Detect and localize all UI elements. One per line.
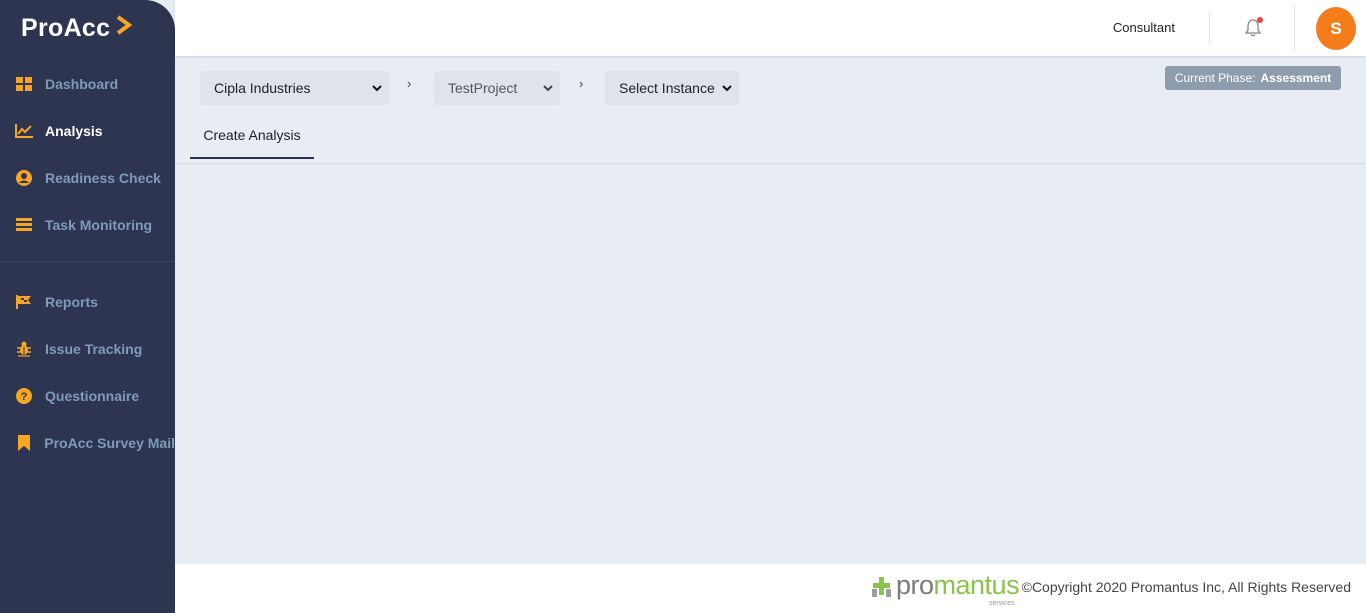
avatar[interactable]: S (1316, 7, 1356, 50)
sidebar-item-questionnaire[interactable]: ? Questionnaire (0, 372, 175, 419)
company-select-value: Cipla Industries (214, 80, 311, 96)
brand-name: ProAcc (21, 14, 111, 42)
sidebar-item-task-monitoring[interactable]: Task Monitoring (0, 201, 175, 248)
sidebar-item-analysis[interactable]: Analysis (0, 107, 175, 154)
breadcrumb-separator: › (579, 76, 584, 91)
bug-icon (15, 340, 33, 358)
user-role[interactable]: Consultant (1113, 20, 1175, 35)
chart-line-icon (15, 122, 33, 140)
logo-text-pro: pro (896, 570, 934, 600)
project-select[interactable]: TestProject (434, 71, 560, 105)
instance-select[interactable]: Select Instance (605, 71, 739, 105)
sidebar-item-dashboard[interactable]: Dashboard (0, 60, 175, 107)
instance-select-value: Select Instance (619, 80, 715, 96)
promantus-mark-icon (872, 577, 891, 597)
logo-subtext: services (989, 600, 1015, 607)
brand-logo[interactable]: ProAcc (21, 14, 134, 43)
tab-bar: Create Analysis (175, 113, 1366, 164)
chevron-down-icon (722, 85, 732, 92)
user-circle-icon (15, 169, 33, 187)
sidebar-item-label: Task Monitoring (45, 216, 153, 233)
chevron-down-icon (543, 85, 553, 92)
phase-value: Assessment (1260, 71, 1332, 85)
sidebar-item-readiness-check[interactable]: Readiness Check (0, 154, 175, 201)
bookmark-icon (15, 434, 32, 452)
sidebar-item-label: Reports (45, 293, 98, 310)
top-bar: Consultant S (175, 0, 1366, 56)
svg-text:?: ? (21, 391, 28, 403)
sidebar-item-label: Questionnaire (45, 387, 140, 404)
sidebar-divider (0, 261, 175, 262)
sidebar-item-label: Dashboard (45, 75, 119, 92)
dashboard-icon (15, 75, 33, 93)
sidebar-item-label: Issue Tracking (45, 340, 143, 357)
sidebar-item-survey-mail[interactable]: ProAcc Survey Mail (0, 419, 175, 466)
question-circle-icon: ? (15, 387, 33, 405)
company-select[interactable]: Cipla Industries (200, 71, 389, 105)
sidebar-item-reports[interactable]: Reports (0, 278, 175, 325)
header-divider (1209, 12, 1210, 44)
sidebar-item-label: Readiness Check (45, 169, 161, 186)
sidebar-item-label: ProAcc Survey Mail (44, 434, 175, 451)
brand-chevron-icon (114, 14, 134, 43)
sidebar-nav: Dashboard Analysis Readiness Check Task … (0, 60, 175, 466)
phase-label: Current Phase: (1174, 71, 1256, 85)
tab-create-analysis[interactable]: Create Analysis (190, 113, 314, 159)
sidebar-item-issue-tracking[interactable]: Issue Tracking (0, 325, 175, 372)
header-divider (1294, 6, 1295, 50)
sidebar-item-label: Analysis (45, 122, 103, 139)
breadcrumb-separator: › (407, 76, 412, 91)
current-phase-badge: Current Phase: Assessment (1165, 66, 1341, 90)
promantus-logo: promantus services (871, 570, 1020, 607)
logo-text-mantus: mantus (933, 570, 1020, 600)
copyright-text: ©Copyright 2020 Promantus Inc, All Right… (1021, 579, 1351, 595)
flag-icon (15, 293, 33, 311)
project-select-value: TestProject (448, 80, 518, 96)
list-icon (15, 216, 33, 234)
footer: promantus services ©Copyright 2020 Proma… (175, 564, 1366, 613)
sidebar: ProAcc Dashboard Analysis Readiness Chec… (0, 0, 175, 613)
chevron-down-icon (372, 85, 382, 92)
notification-dot (1257, 17, 1263, 23)
